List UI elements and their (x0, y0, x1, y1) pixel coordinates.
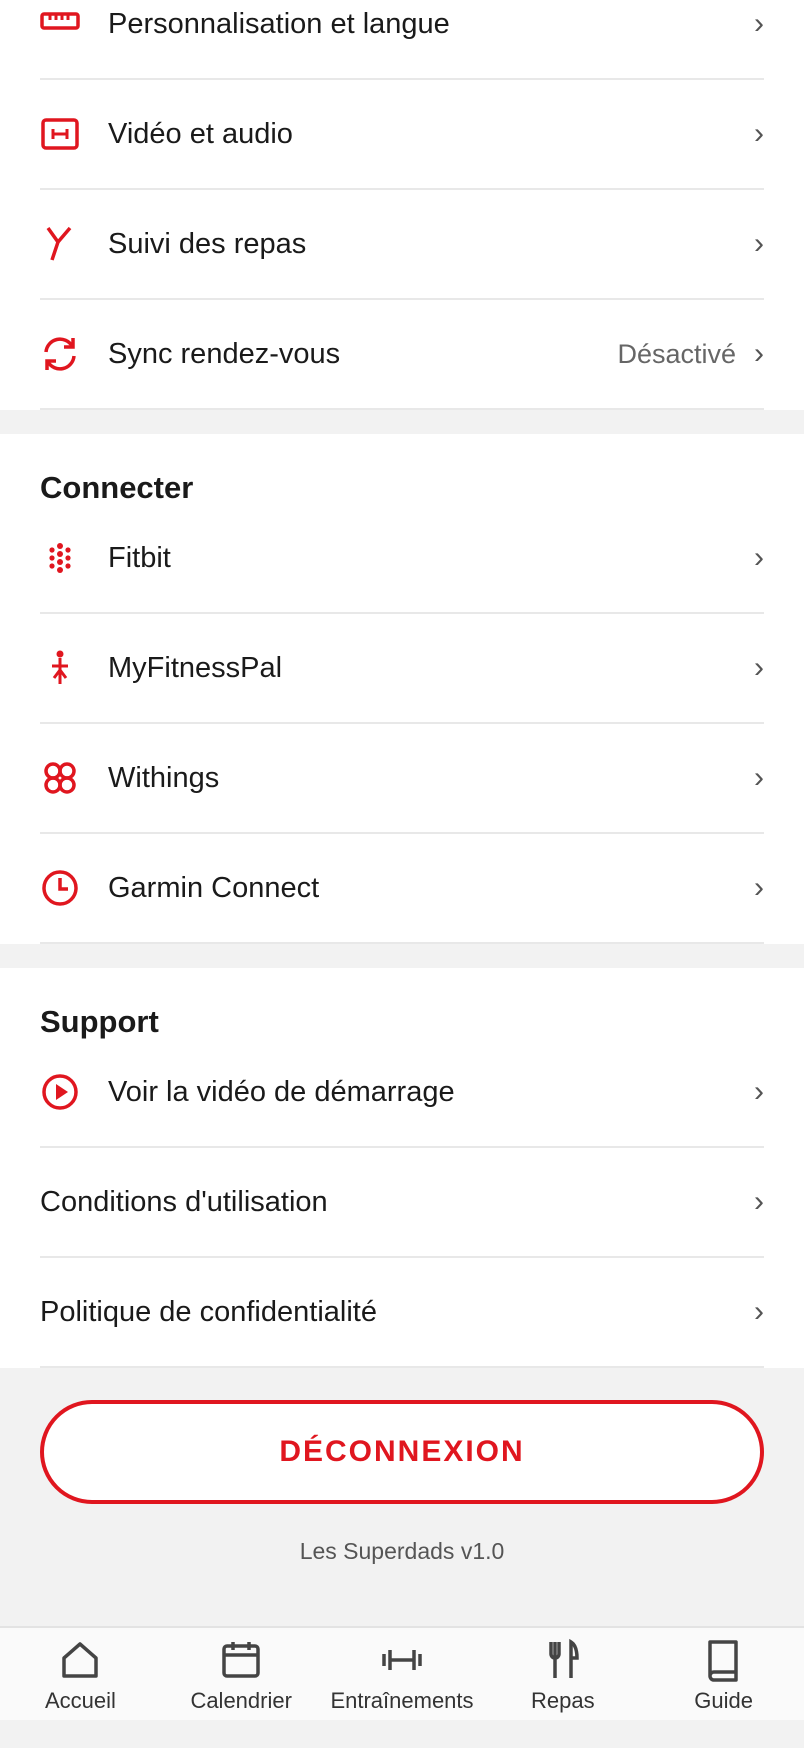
chevron-right-icon: › (754, 541, 764, 574)
myfitnesspal-icon (40, 648, 80, 688)
tab-repas[interactable]: Repas (482, 1628, 643, 1720)
chevron-right-icon: › (754, 227, 764, 260)
chevron-right-icon: › (754, 651, 764, 684)
tab-calendrier[interactable]: Calendrier (161, 1628, 322, 1720)
tab-label: Guide (694, 1688, 753, 1713)
chevron-right-icon: › (754, 1075, 764, 1108)
garmin-icon (40, 868, 80, 908)
row-label: Suivi des repas (108, 227, 307, 260)
row-withings[interactable]: Withings › (40, 724, 764, 834)
sync-status-value: Désactivé (617, 338, 736, 369)
section-title-support: Support (40, 1004, 159, 1039)
section-title-connect: Connecter (40, 470, 194, 505)
preferences-section: Personnalisation et langue › Vidéo et au… (0, 0, 804, 410)
dumbbell-icon (382, 1650, 422, 1670)
bottom-tab-bar: Accueil Calendrier Entraînements Repas G… (0, 1626, 804, 1720)
book-icon (707, 1640, 738, 1682)
row-label: Politique de confidentialité (40, 1295, 377, 1328)
video-audio-icon (40, 114, 80, 154)
row-terms-of-use[interactable]: Conditions d'utilisation › (40, 1148, 764, 1258)
row-label: Fitbit (108, 541, 171, 574)
chevron-right-icon: › (754, 1185, 764, 1218)
chevron-right-icon: › (754, 1295, 764, 1328)
section-divider (0, 410, 804, 434)
section-divider (0, 944, 804, 968)
row-label: Vidéo et audio (108, 117, 293, 150)
tab-guide[interactable]: Guide (643, 1628, 804, 1720)
tab-label: Calendrier (190, 1688, 292, 1713)
chevron-right-icon: › (754, 761, 764, 794)
row-label: MyFitnessPal (108, 651, 283, 684)
home-icon (62, 1642, 99, 1678)
logout-area: DÉCONNEXION Les Superdads v1.0 (0, 1368, 804, 1565)
play-circle-icon (40, 1072, 80, 1112)
chevron-right-icon: › (754, 871, 764, 904)
row-label: Conditions d'utilisation (40, 1185, 328, 1218)
row-label: Garmin Connect (108, 871, 320, 904)
row-label: Personnalisation et langue (108, 7, 450, 40)
connect-section: Connecter Fitbit › MyFitnessPal › Within… (0, 434, 804, 944)
meal-tracking-icon (40, 224, 80, 264)
chevron-right-icon: › (754, 117, 764, 150)
row-label: Voir la vidéo de démarrage (108, 1075, 455, 1108)
app-version: Les Superdads v1.0 (299, 1538, 505, 1564)
row-meal-tracking[interactable]: Suivi des repas › (40, 190, 764, 300)
tab-entrainements[interactable]: Entraînements (322, 1628, 483, 1720)
calendar-icon (222, 1642, 260, 1678)
row-fitbit[interactable]: Fitbit › (40, 504, 764, 614)
row-privacy-policy[interactable]: Politique de confidentialité › (40, 1258, 764, 1368)
row-myfitnesspal[interactable]: MyFitnessPal › (40, 614, 764, 724)
ruler-icon (40, 4, 80, 44)
tab-label: Accueil (44, 1688, 116, 1713)
row-personalisation-language[interactable]: Personnalisation et langue › (40, 0, 764, 80)
logout-button[interactable]: DÉCONNEXION (40, 1400, 764, 1504)
row-appointment-sync[interactable]: Sync rendez-vous Désactivé › (40, 300, 764, 410)
chevron-right-icon: › (754, 337, 764, 370)
row-garmin-connect[interactable]: Garmin Connect › (40, 834, 764, 944)
sync-icon (40, 334, 80, 374)
row-video-audio[interactable]: Vidéo et audio › (40, 80, 764, 190)
row-label: Sync rendez-vous (108, 337, 341, 370)
fork-knife-icon (549, 1638, 579, 1678)
tab-accueil[interactable]: Accueil (0, 1628, 161, 1720)
tab-label: Entraînements (330, 1688, 474, 1713)
support-section: Support Voir la vidéo de démarrage › Con… (0, 968, 804, 1368)
tab-label: Repas (530, 1688, 595, 1713)
row-label: Withings (108, 761, 220, 794)
fitbit-icon (40, 538, 80, 578)
withings-icon (40, 758, 80, 798)
row-startup-video[interactable]: Voir la vidéo de démarrage › (40, 1038, 764, 1148)
chevron-right-icon: › (754, 7, 764, 40)
